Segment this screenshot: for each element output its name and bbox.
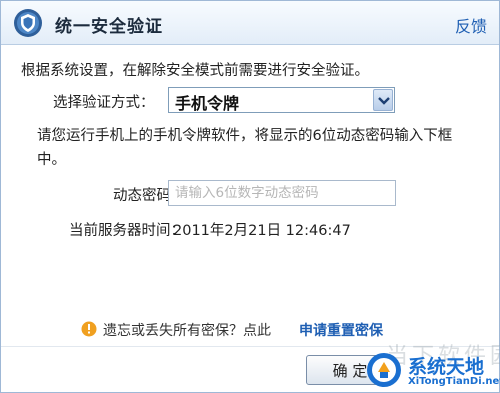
intro-text: 根据系统设置，在解除安全模式前需要进行安全验证。 — [21, 63, 369, 79]
shield-icon — [13, 8, 43, 38]
verify-method-label: 选择验证方式： — [53, 95, 155, 111]
chevron-down-icon — [378, 97, 390, 105]
watermark: 当下软件园 系统天地 XiTongTianDi.net — [366, 344, 500, 392]
title-bar: 统一安全验证 反馈 — [1, 1, 499, 45]
otp-input[interactable] — [168, 180, 396, 206]
server-time-label: 当前服务器时间： — [69, 223, 185, 239]
verify-method-select[interactable]: 手机令牌 — [168, 87, 395, 113]
site-logo-icon — [366, 352, 402, 388]
watermark-url: XiTongTianDi.net — [408, 376, 500, 387]
dialog-title: 统一安全验证 — [55, 17, 163, 37]
watermark-name: 系统天地 — [408, 356, 485, 378]
security-verification-dialog: 统一安全验证 反馈 根据系统设置，在解除安全模式前需要进行安全验证。 选择验证方… — [0, 0, 500, 393]
server-time-value: 2011年2月21日 12:46:47 — [173, 223, 351, 239]
feedback-link[interactable]: 反馈 — [455, 13, 487, 37]
verify-method-value: 手机令牌 — [175, 94, 240, 113]
instruction-text: 请您运行手机上的手机令牌软件，将显示的6位动态密码输入下框中。 — [37, 128, 453, 168]
reset-security-link[interactable]: 申请重置密保 — [299, 320, 383, 340]
help-text: 遗忘或丢失所有密保？点此 — [103, 323, 271, 339]
info-icon — [81, 321, 97, 337]
dropdown-button[interactable] — [373, 89, 393, 111]
